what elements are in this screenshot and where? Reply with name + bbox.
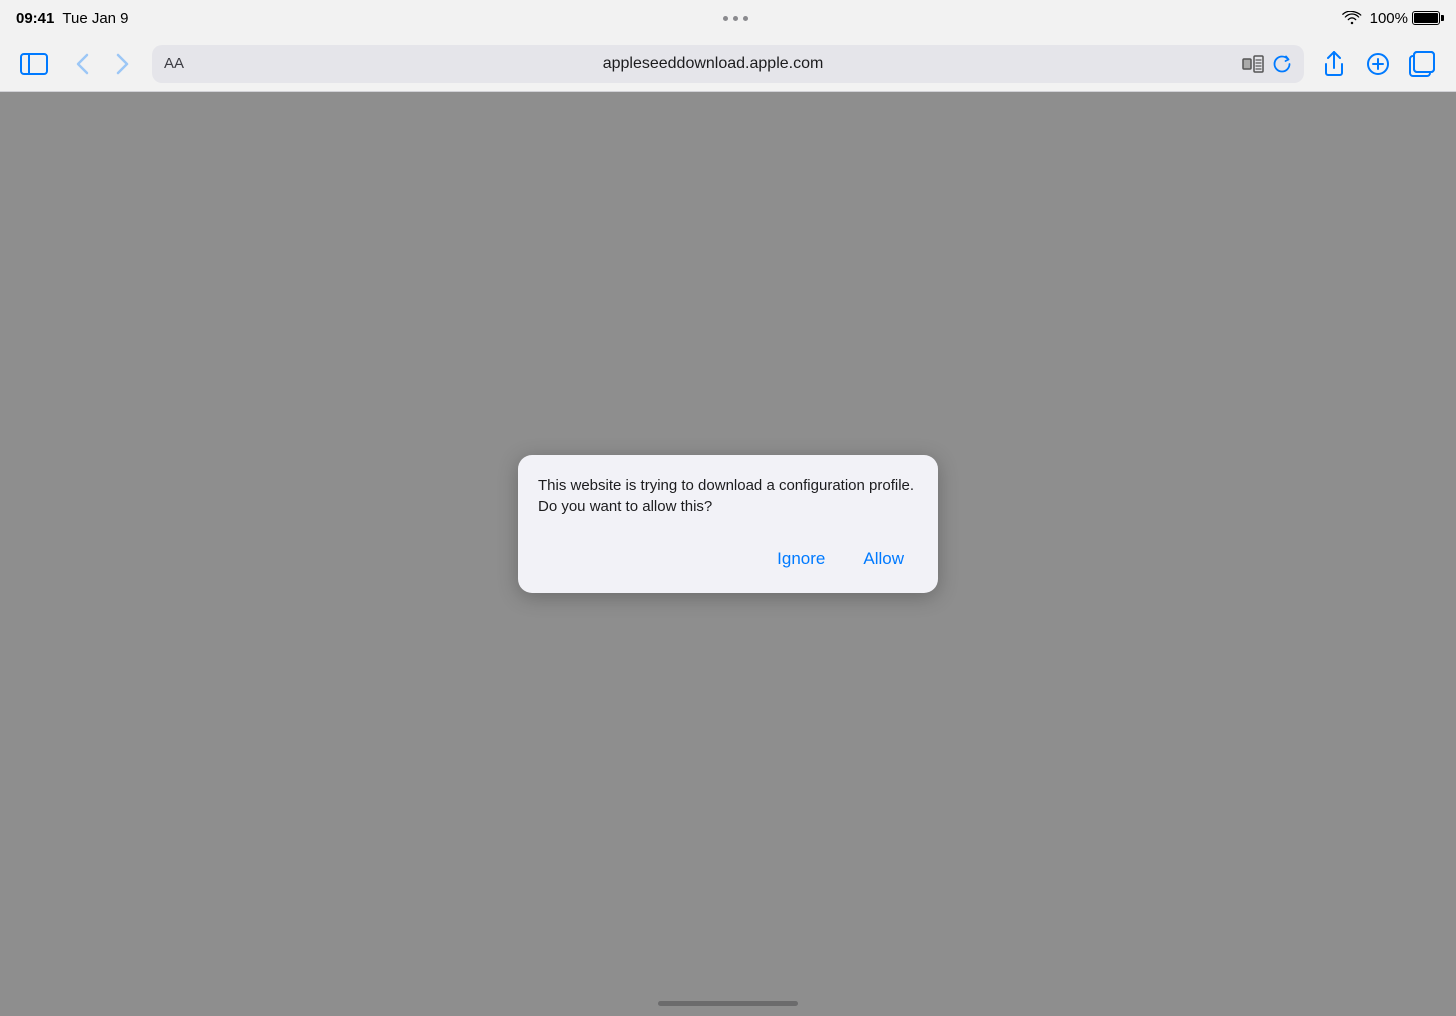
new-tab-button[interactable]: [1360, 46, 1396, 82]
dot-3: [743, 16, 748, 21]
status-bar-center: [723, 16, 748, 21]
share-icon: [1323, 51, 1345, 77]
battery-percent: 100%: [1370, 10, 1408, 27]
dialog-body: This website is trying to download a con…: [518, 455, 938, 533]
back-arrow-icon: [76, 53, 89, 75]
status-bar-right: 100%: [1342, 10, 1440, 27]
battery-container: 100%: [1370, 10, 1440, 27]
new-tab-icon: [1366, 52, 1390, 76]
status-time: 09:41: [16, 10, 54, 27]
dialog-actions: Ignore Allow: [518, 533, 938, 593]
allow-button[interactable]: Allow: [845, 541, 922, 577]
dialog-overlay: This website is trying to download a con…: [0, 92, 1456, 1016]
status-bar: 09:41 Tue Jan 9 100%: [0, 0, 1456, 36]
share-button[interactable]: [1316, 46, 1352, 82]
nav-bar: AA appleseeddownload.apple.com: [0, 36, 1456, 92]
reload-icon[interactable]: [1272, 54, 1292, 74]
dialog-box: This website is trying to download a con…: [518, 455, 938, 593]
battery-icon: [1412, 11, 1440, 25]
forward-arrow-icon: [116, 53, 129, 75]
reader-mode-icon[interactable]: [1242, 55, 1264, 73]
back-button[interactable]: [64, 46, 100, 82]
battery-fill: [1414, 13, 1438, 23]
nav-arrows: [64, 46, 140, 82]
aa-text[interactable]: AA: [164, 55, 184, 72]
sidebar-icon: [20, 53, 48, 75]
url-text: appleseeddownload.apple.com: [192, 55, 1234, 73]
nav-right-buttons: [1316, 46, 1440, 82]
forward-button[interactable]: [104, 46, 140, 82]
main-content: This website is trying to download a con…: [0, 92, 1456, 1016]
dialog-message: This website is trying to download a con…: [538, 475, 918, 517]
tabs-overview-icon: [1409, 51, 1435, 77]
sidebar-toggle-button[interactable]: [16, 46, 52, 82]
dot-1: [723, 16, 728, 21]
tabs-overview-button[interactable]: [1404, 46, 1440, 82]
ignore-button[interactable]: Ignore: [765, 541, 837, 577]
dot-2: [733, 16, 738, 21]
wifi-icon: [1342, 11, 1362, 25]
url-bar[interactable]: AA appleseeddownload.apple.com: [152, 45, 1304, 83]
home-indicator: [658, 1001, 798, 1006]
status-date: Tue Jan 9: [62, 10, 128, 27]
status-bar-left: 09:41 Tue Jan 9: [16, 10, 129, 27]
